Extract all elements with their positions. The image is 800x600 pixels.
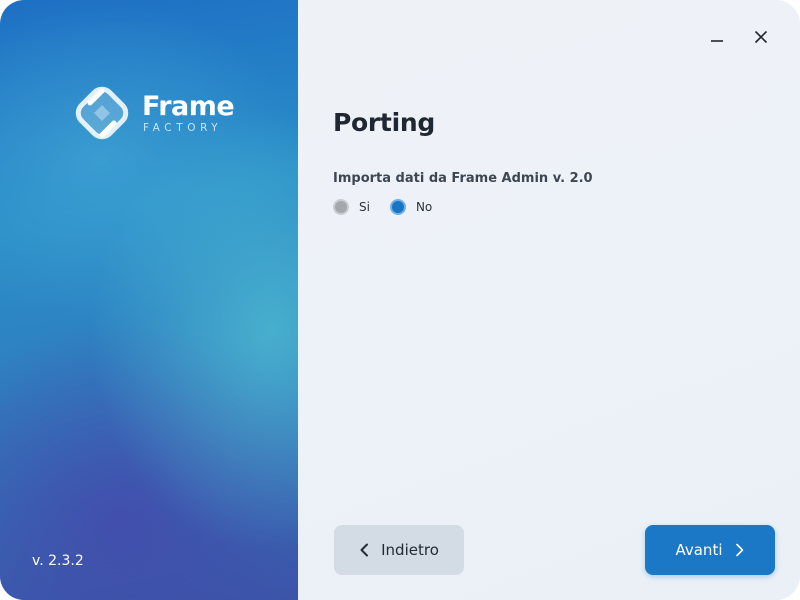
- next-button-label: Avanti: [675, 541, 723, 559]
- frame-factory-logo-icon: [68, 79, 136, 147]
- next-button[interactable]: Avanti: [645, 525, 775, 575]
- back-button-label: Indietro: [381, 541, 439, 559]
- installer-window: Frame FACTORY v. 2.3.2 Porting Importa d…: [0, 0, 800, 600]
- minimize-icon: [711, 40, 723, 42]
- radio-label-si: Si: [359, 200, 370, 214]
- close-button[interactable]: [750, 26, 772, 48]
- radio-option-si[interactable]: Si: [333, 199, 370, 215]
- chevron-left-icon: [359, 543, 369, 557]
- radio-no-selected[interactable]: [389, 199, 406, 215]
- logo-wordmark: Frame FACTORY: [142, 90, 235, 134]
- close-icon: [754, 30, 768, 44]
- import-radio-group: Si No: [333, 199, 452, 215]
- page-title: Porting: [333, 108, 435, 137]
- window-controls: [706, 26, 772, 48]
- radio-si-unselected[interactable]: [333, 199, 349, 215]
- chevron-right-icon: [735, 543, 745, 557]
- main-panel: Porting Importa dati da Frame Admin v. 2…: [298, 0, 800, 600]
- sidebar: Frame FACTORY v. 2.3.2: [0, 0, 298, 600]
- app-logo: Frame FACTORY: [68, 79, 235, 147]
- logo-subtitle: FACTORY: [143, 121, 223, 134]
- back-button[interactable]: Indietro: [334, 525, 464, 575]
- logo-title: Frame: [142, 90, 235, 122]
- version-label: v. 2.3.2: [32, 553, 84, 569]
- radio-label-no: No: [415, 200, 433, 214]
- minimize-button[interactable]: [706, 26, 728, 48]
- radio-option-no[interactable]: No: [389, 199, 433, 215]
- import-question-label: Importa dati da Frame Admin v. 2.0: [333, 171, 593, 186]
